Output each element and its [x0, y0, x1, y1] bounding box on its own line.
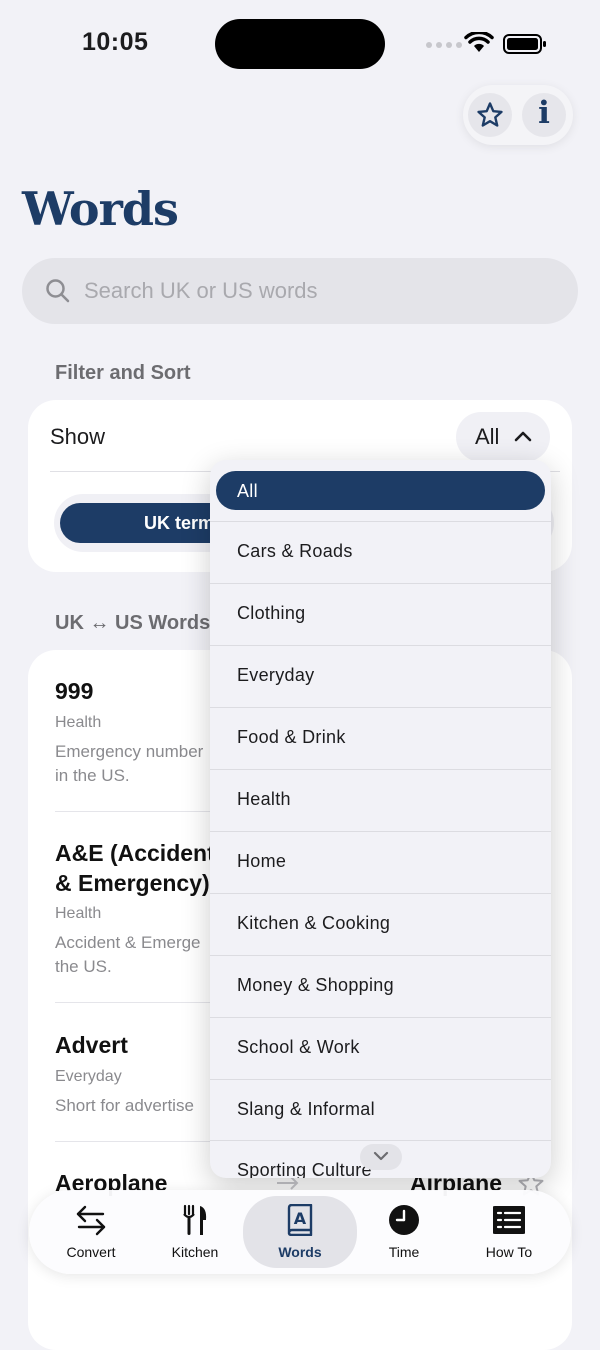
term-description: Accident & Emerge	[55, 933, 201, 952]
wifi-icon	[464, 32, 494, 52]
favorites-button[interactable]	[468, 93, 512, 137]
term-description: Emergency number	[55, 742, 204, 761]
signal-dots-icon	[426, 42, 462, 48]
info-button[interactable]: i	[522, 93, 566, 137]
dropdown-option-label: Kitchen & Cooking	[237, 913, 391, 933]
page-title: Words	[22, 182, 179, 236]
tab-label: Kitchen	[171, 1244, 219, 1260]
tab-convert[interactable]: Convert	[39, 1190, 143, 1274]
chevron-down-icon	[373, 1151, 389, 1161]
star-icon	[477, 102, 503, 127]
tab-how-to[interactable]: How To	[457, 1190, 561, 1274]
tab-words[interactable]: A Words	[243, 1196, 357, 1268]
filter-section-title: Filter and Sort	[55, 362, 191, 384]
dropdown-option-school-work[interactable]: School & Work	[210, 1018, 551, 1080]
dropdown-option-label: Cars & Roads	[237, 541, 353, 561]
chevron-up-icon	[514, 431, 532, 442]
term-description: in the US.	[55, 766, 130, 785]
tab-kitchen[interactable]: Kitchen	[143, 1190, 247, 1274]
tab-bar: Convert Kitchen A Words Time How To	[29, 1190, 571, 1274]
tab-label: Words	[278, 1244, 322, 1260]
dropdown-option-kitchen-cooking[interactable]: Kitchen & Cooking	[210, 894, 551, 956]
dropdown-scroll-indicator[interactable]	[360, 1144, 402, 1170]
swap-arrows-icon	[76, 1205, 106, 1236]
fork-knife-icon	[183, 1204, 207, 1235]
term-description: the US.	[55, 957, 112, 976]
header-actions: i	[463, 85, 573, 145]
tab-time[interactable]: Time	[352, 1190, 456, 1274]
dropdown-option-label: Slang & Informal	[237, 1099, 375, 1119]
dropdown-option-health[interactable]: Health	[210, 770, 551, 832]
dropdown-option-label: All	[237, 481, 258, 501]
dropdown-option-label: Food & Drink	[237, 727, 346, 747]
dropdown-option-everyday[interactable]: Everyday	[210, 646, 551, 708]
dropdown-option-clothing[interactable]: Clothing	[210, 584, 551, 646]
dropdown-option-label: Money & Shopping	[237, 975, 394, 995]
dictionary-book-icon: A	[287, 1204, 313, 1236]
search-input[interactable]	[84, 258, 554, 324]
dynamic-island	[215, 19, 385, 69]
clock-icon	[389, 1205, 419, 1235]
dropdown-option-label: Home	[237, 851, 287, 871]
term-category: Health	[55, 905, 102, 922]
category-picker-value: All	[475, 424, 500, 449]
dropdown-option-label: Clothing	[237, 603, 306, 623]
tab-label: How To	[485, 1244, 533, 1260]
dropdown-option-cars-roads[interactable]: Cars & Roads	[210, 522, 551, 584]
term-title[interactable]: 999	[55, 676, 93, 706]
dropdown-option-label: Sporting Culture	[237, 1160, 372, 1178]
tab-label: Convert	[66, 1244, 116, 1260]
battery-icon	[503, 34, 546, 54]
term-category: Everyday	[55, 1068, 122, 1085]
term-category: Health	[55, 714, 102, 731]
dropdown-option-food-drink[interactable]: Food & Drink	[210, 708, 551, 770]
dropdown-option-all[interactable]: All	[216, 471, 545, 510]
dropdown-option-home[interactable]: Home	[210, 832, 551, 894]
words-section-title: UK ↔ US Words	[55, 612, 211, 634]
show-label: Show	[50, 424, 106, 449]
term-description: Short for advertise	[55, 1096, 194, 1115]
info-icon: i	[538, 95, 550, 131]
list-icon	[493, 1206, 525, 1234]
dropdown-option-label: Health	[237, 789, 291, 809]
category-dropdown-menu: All Cars & Roads Clothing Everyday Food …	[210, 460, 551, 1178]
term-title[interactable]: Advert	[55, 1030, 128, 1060]
status-time: 10:05	[82, 28, 149, 56]
search-icon	[46, 279, 70, 303]
dropdown-option-money-shopping[interactable]: Money & Shopping	[210, 956, 551, 1018]
search-bar	[22, 258, 578, 324]
dropdown-option-label: School & Work	[237, 1037, 360, 1057]
dropdown-option-label: Everyday	[237, 665, 315, 685]
term-title[interactable]: A&E (Accident	[55, 838, 215, 868]
category-picker-button[interactable]: All	[456, 412, 550, 462]
dropdown-option-slang-informal[interactable]: Slang & Informal	[210, 1080, 551, 1142]
tab-label: Time	[388, 1244, 420, 1260]
term-title[interactable]: & Emergency)	[55, 868, 210, 898]
svg-text:A: A	[294, 1209, 307, 1228]
